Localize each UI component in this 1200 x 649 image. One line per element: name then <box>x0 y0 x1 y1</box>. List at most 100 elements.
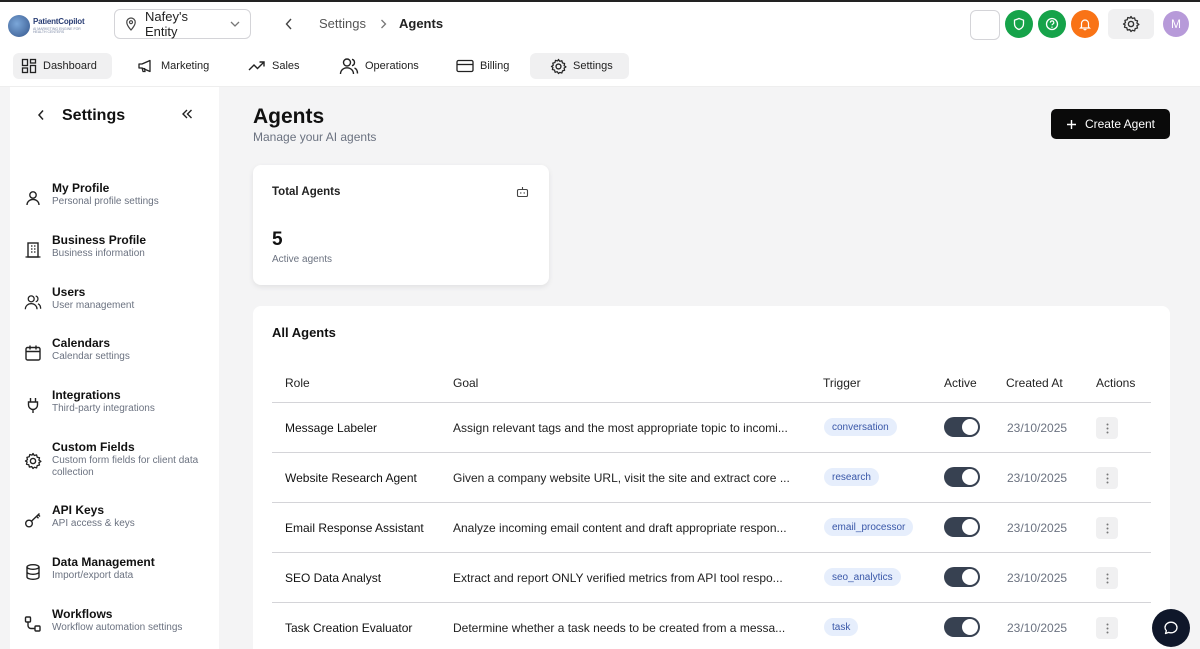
chevron-left-icon[interactable] <box>37 109 45 121</box>
plug-icon <box>24 396 42 414</box>
help-button[interactable] <box>1038 10 1066 38</box>
tab-operations[interactable]: Operations <box>331 53 427 79</box>
workflow-icon <box>24 615 42 633</box>
sidebar-item-workflows[interactable]: Workflows Workflow automation settings <box>24 607 214 649</box>
bot-icon <box>516 186 529 198</box>
table-row[interactable]: Task Creation Evaluator Determine whethe… <box>272 603 1151 649</box>
cell-goal: Assign relevant tags and the most approp… <box>453 421 788 435</box>
card-sub: Active agents <box>272 254 333 265</box>
row-actions-button[interactable] <box>1096 517 1118 539</box>
breadcrumb: Settings Agents <box>285 16 443 31</box>
cell-role: Email Response Assistant <box>285 521 424 535</box>
entity-name: Nafey's Entity <box>145 9 188 39</box>
sidebar-item-sub: Workflow automation settings <box>52 622 183 633</box>
create-agent-button[interactable]: Create Agent <box>1051 109 1170 139</box>
sidebar-item-business-profile[interactable]: Business Profile Business information <box>24 233 214 277</box>
chat-launcher-button[interactable] <box>1152 609 1190 647</box>
building-icon <box>24 241 42 259</box>
sidebar-item-label: Integrations <box>52 388 121 402</box>
sidebar-item-label: Data Management <box>52 555 155 569</box>
sidebar-header: Settings <box>10 87 219 145</box>
tab-billing[interactable]: Billing <box>448 53 517 79</box>
table-row[interactable]: Message Labeler Assign relevant tags and… <box>272 403 1151 453</box>
shield-icon <box>1012 17 1026 31</box>
sidebar-item-sub: Personal profile settings <box>52 196 159 207</box>
location-pin-icon <box>125 17 137 31</box>
column-header-actions: Actions <box>1096 376 1136 390</box>
cell-role: Website Research Agent <box>285 471 417 485</box>
dashboard-icon <box>21 58 37 74</box>
main-nav: Dashboard Marketing Sales Operations Bil… <box>0 44 1200 87</box>
brand-tagline: AI MARKETING ENGINE FOR HEALTH CENTERS <box>33 26 81 34</box>
row-actions-button[interactable] <box>1096 467 1118 489</box>
sidebar-item-label: Custom Fields <box>52 440 135 454</box>
table-row[interactable]: SEO Data Analyst Extract and report ONLY… <box>272 553 1151 603</box>
shield-button[interactable] <box>1005 10 1033 38</box>
cell-role: SEO Data Analyst <box>285 571 382 585</box>
entity-selector[interactable]: Nafey's Entity <box>114 9 251 39</box>
avatar[interactable]: M <box>1163 11 1189 37</box>
cell-created-at: 23/10/2025 <box>1007 471 1068 485</box>
active-toggle[interactable] <box>944 567 980 587</box>
sidebar-title: Settings <box>62 107 126 124</box>
plus-icon <box>1066 119 1077 130</box>
sidebar-item-calendars[interactable]: Calendars Calendar settings <box>24 336 214 380</box>
sidebar-item-label: API Keys <box>52 503 105 517</box>
tab-label: Marketing <box>161 60 210 72</box>
agents-table-card: All Agents Role Goal Trigger Active Crea… <box>253 306 1170 649</box>
settings-sidebar: Settings My Profile Personal profile set… <box>10 87 219 649</box>
sidebar-item-sub: API access & keys <box>52 518 135 529</box>
card-value: 5 <box>272 229 283 250</box>
brand-logo-mark <box>8 15 30 37</box>
chevron-down-icon <box>230 21 240 27</box>
tab-marketing[interactable]: Marketing <box>129 53 217 79</box>
calendar-icon <box>24 344 42 362</box>
breadcrumb-settings[interactable]: Settings <box>319 16 366 31</box>
users-icon <box>24 293 42 311</box>
collapse-sidebar-icon[interactable] <box>181 108 193 120</box>
active-toggle[interactable] <box>944 517 980 537</box>
sidebar-item-sub: Custom form fields for client data colle… <box>52 455 199 478</box>
cell-created-at: 23/10/2025 <box>1007 521 1068 535</box>
row-actions-button[interactable] <box>1096 417 1118 439</box>
sidebar-item-custom-fields[interactable]: Custom Fields Custom form fields for cli… <box>24 440 214 484</box>
tab-settings[interactable]: Settings <box>530 53 629 79</box>
active-toggle[interactable] <box>944 467 980 487</box>
tab-dashboard[interactable]: Dashboard <box>13 53 112 79</box>
blank-square-button[interactable] <box>970 10 1000 40</box>
table-row[interactable]: Email Response Assistant Analyze incomin… <box>272 503 1151 553</box>
brand-logo[interactable]: PatientCopilot AI MARKETING ENGINE FOR H… <box>8 10 90 42</box>
sidebar-item-label: Users <box>52 285 86 299</box>
cell-goal: Analyze incoming email content and draft… <box>453 521 787 535</box>
user-icon <box>24 189 42 207</box>
row-actions-button[interactable] <box>1096 567 1118 589</box>
sidebar-item-integrations[interactable]: Integrations Third-party integrations <box>24 388 214 432</box>
chevron-right-icon <box>380 19 387 29</box>
sidebar-item-sub: Business information <box>52 248 145 259</box>
key-icon <box>24 511 42 529</box>
active-toggle[interactable] <box>944 417 980 437</box>
back-arrow-icon[interactable] <box>285 18 293 30</box>
notifications-button[interactable] <box>1071 10 1099 38</box>
gear-icon <box>1122 15 1140 33</box>
row-actions-button[interactable] <box>1096 617 1118 639</box>
column-header-trigger: Trigger <box>823 376 861 390</box>
sidebar-item-data-management[interactable]: Data Management Import/export data <box>24 555 214 599</box>
cell-goal: Extract and report ONLY verified metrics… <box>453 571 783 585</box>
tab-label: Operations <box>365 60 419 72</box>
active-toggle[interactable] <box>944 617 980 637</box>
cell-goal: Given a company website URL, visit the s… <box>453 471 790 485</box>
tab-sales[interactable]: Sales <box>240 53 308 79</box>
gear-icon <box>550 58 567 75</box>
trigger-badge: research <box>824 468 879 486</box>
sidebar-item-my-profile[interactable]: My Profile Personal profile settings <box>24 181 214 225</box>
table-title: All Agents <box>272 325 336 340</box>
page-subtitle: Manage your AI agents <box>253 130 377 144</box>
sidebar-item-api-keys[interactable]: API Keys API access & keys <box>24 503 214 547</box>
create-agent-label: Create Agent <box>1084 117 1156 131</box>
megaphone-icon <box>137 59 155 73</box>
settings-button[interactable] <box>1108 9 1154 39</box>
sidebar-item-users[interactable]: Users User management <box>24 285 214 329</box>
total-agents-card: Total Agents 5 Active agents <box>253 165 549 285</box>
table-row[interactable]: Website Research Agent Given a company w… <box>272 453 1151 503</box>
